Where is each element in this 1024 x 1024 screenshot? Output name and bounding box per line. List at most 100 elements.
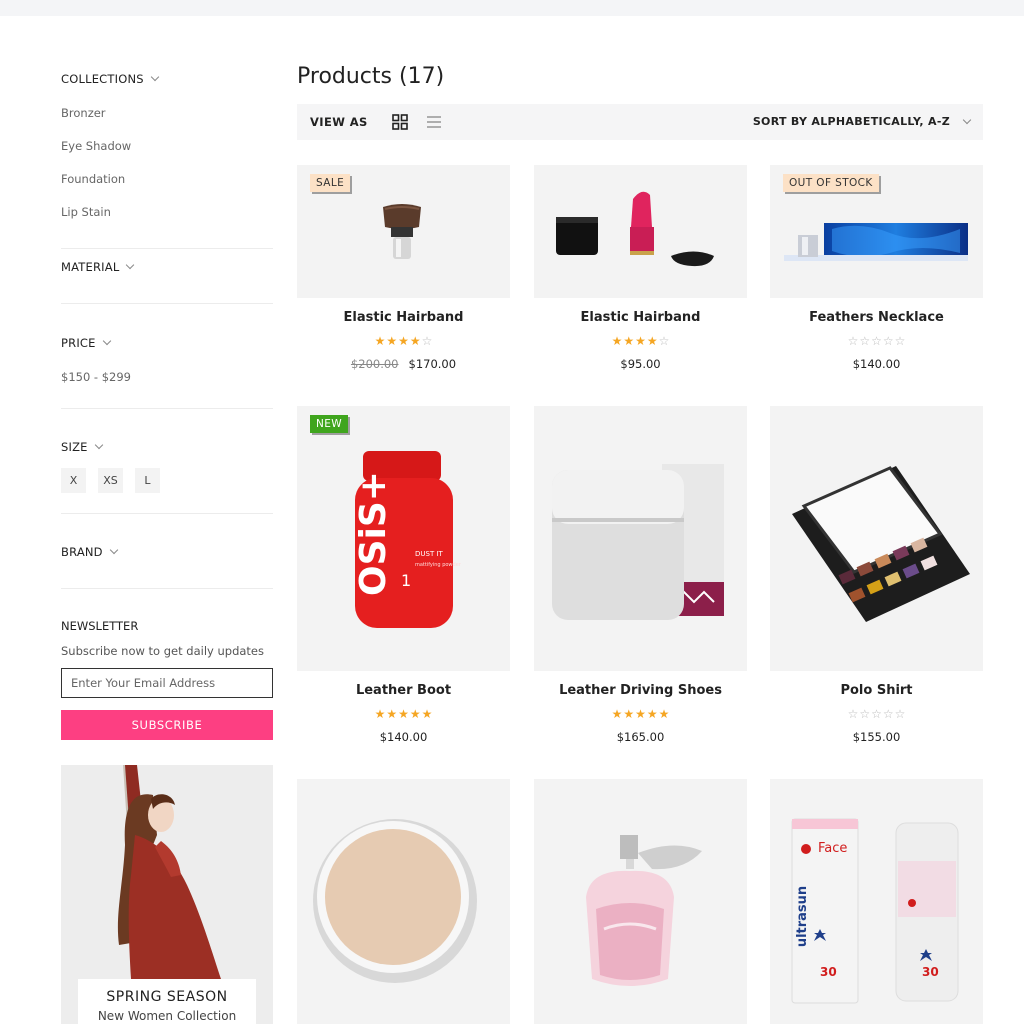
promo-title: SPRING SEASON [106,989,228,1005]
top-bar [0,0,1024,16]
product-card[interactable]: OUT OF STOCK Feathers Necklace ☆ ☆ ☆ ☆ ☆ $140.0… [770,165,983,371]
brand-filter-toggle[interactable]: BRAND [61,545,118,559]
product-rating: ★ ★ ★ ★ ☆ [534,335,747,347]
product-image-perfume[interactable] [534,779,747,1024]
collection-link-eye-shadow[interactable]: Eye Shadow [61,139,131,153]
price-filter-toggle[interactable]: PRICE [61,336,111,350]
ultrasun-brand: ultrasun [795,885,811,948]
product-name[interactable]: Leather Driving Shoes [534,683,747,698]
product-image-brush[interactable]: SALE [297,165,510,298]
ultrasun-label-face: Face [818,841,848,856]
product-badge: SALE [310,174,351,192]
star-filled-icon: ★ [635,334,646,348]
product-image-lipstick[interactable] [534,165,747,298]
product-price-row: $95.00 [534,357,747,371]
product-name[interactable]: Elastic Hairband [534,310,747,325]
product-price: $165.00 [616,730,665,744]
chevron-down-icon [126,260,135,270]
svg-text:OSiS+: OSiS+ [353,471,394,596]
divider [61,303,273,304]
product-image-jar[interactable] [534,406,747,671]
star-empty-icon: ☆ [859,707,871,721]
star-filled-icon: ★ [646,707,658,721]
star-empty-icon: ☆ [658,334,670,348]
product-name[interactable]: Leather Boot [297,683,510,698]
page-title: Products (17) [297,64,445,89]
product-old-price: $200.00 [350,357,399,371]
price-range-option[interactable]: $150 - $299 [61,370,131,384]
star-filled-icon: ★ [386,707,398,721]
product-name[interactable]: Feathers Necklace [770,310,983,325]
chevron-down-icon [109,545,118,555]
material-filter-toggle[interactable]: MATERIAL [61,260,135,274]
product-card[interactable]: OSiS+ DUST IT mattifying powder 1 NEW Lea… [297,406,510,744]
product-card[interactable]: SALE Elastic Hairband ★ ★ ★ ★ ☆ $200.00 $170.00 [297,165,510,371]
star-filled-icon: ★ [409,334,421,348]
product-card[interactable]: Leather Driving Shoes ★ ★ ★ ★ ★ $165.00 [534,406,747,744]
grid-view-icon[interactable] [392,114,408,130]
chevron-down-icon [962,115,972,124]
email-input[interactable] [61,668,273,698]
size-option-xs[interactable]: XS [98,468,123,493]
product-card[interactable]: Elastic Hairband ★ ★ ★ ★ ☆ $95.00 [534,165,747,371]
size-filter-toggle[interactable]: SIZE [61,440,103,454]
product-image-ultrasun[interactable]: Face ultrasun 30 30 [770,779,983,1024]
sort-label: SORT BY ALPHABETICALLY, A-Z [752,115,950,128]
product-card[interactable]: Face ultrasun 30 30 [770,779,983,1024]
star-filled-icon: ★ [374,334,386,348]
product-price: $140.00 [852,357,901,371]
product-name[interactable]: Polo Shirt [770,683,983,698]
star-filled-icon: ★ [635,707,646,721]
star-filled-icon: ★ [374,707,386,721]
product-price-row: $140.00 [297,730,510,744]
star-empty-icon: ☆ [859,334,871,348]
product-image-powder[interactable] [297,779,510,1024]
product-rating: ☆ ☆ ☆ ☆ ☆ [770,708,983,720]
product-rating: ★ ★ ★ ★ ★ [297,708,510,720]
product-card[interactable]: Polo Shirt ☆ ☆ ☆ ☆ ☆ $155.00 [770,406,983,744]
product-price-row: $165.00 [534,730,747,744]
star-filled-icon: ★ [611,707,623,721]
collection-link-foundation[interactable]: Foundation [61,172,125,186]
star-filled-icon: ★ [623,334,635,348]
star-filled-icon: ★ [409,707,421,721]
size-option-x[interactable]: X [61,468,86,493]
brand-filter-title: BRAND [61,545,103,559]
collections-filter: COLLECTIONS [61,72,160,86]
ultrasun-spf: 30 [820,965,837,979]
chevron-down-icon [150,72,160,82]
svg-text:mattifying powder: mattifying powder [415,562,462,568]
product-badge: OUT OF STOCK [783,174,879,192]
star-empty-icon: ☆ [882,334,894,348]
list-view-icon[interactable] [426,114,442,130]
product-rating: ☆ ☆ ☆ ☆ ☆ [770,335,983,347]
ultrasun-spf: 30 [922,965,939,979]
product-image-palette[interactable] [770,406,983,671]
subscribe-button[interactable]: SUBSCRIBE [61,710,273,740]
collections-filter-title: COLLECTIONS [61,72,144,86]
divider [61,248,273,249]
divider [61,588,273,589]
star-filled-icon: ★ [646,334,658,348]
collection-link-lip-stain[interactable]: Lip Stain [61,205,111,219]
product-price: $155.00 [852,730,901,744]
chevron-down-icon [94,440,103,450]
product-image-bluebox[interactable]: OUT OF STOCK [770,165,983,298]
newsletter-title: NEWSLETTER [61,619,139,633]
collection-link-bronzer[interactable]: Bronzer [61,106,106,120]
collections-filter-toggle[interactable]: COLLECTIONS [61,72,160,86]
svg-text:DUST IT: DUST IT [415,550,444,558]
product-card[interactable] [534,779,747,1024]
product-card[interactable] [297,779,510,1024]
size-option-l[interactable]: L [135,468,160,493]
star-empty-icon: ☆ [847,707,859,721]
star-empty-icon: ☆ [871,334,882,348]
product-image-osis[interactable]: OSiS+ DUST IT mattifying powder 1 NEW [297,406,510,671]
promo-banner[interactable]: SPRING SEASON New Women Collection [61,765,273,1024]
star-filled-icon: ★ [398,707,409,721]
chevron-down-icon [102,336,111,346]
product-name[interactable]: Elastic Hairband [297,310,510,325]
sort-dropdown[interactable]: SORT BY ALPHABETICALLY, A-Z [752,115,972,128]
size-filter-title: SIZE [61,440,88,454]
star-empty-icon: ☆ [882,707,894,721]
